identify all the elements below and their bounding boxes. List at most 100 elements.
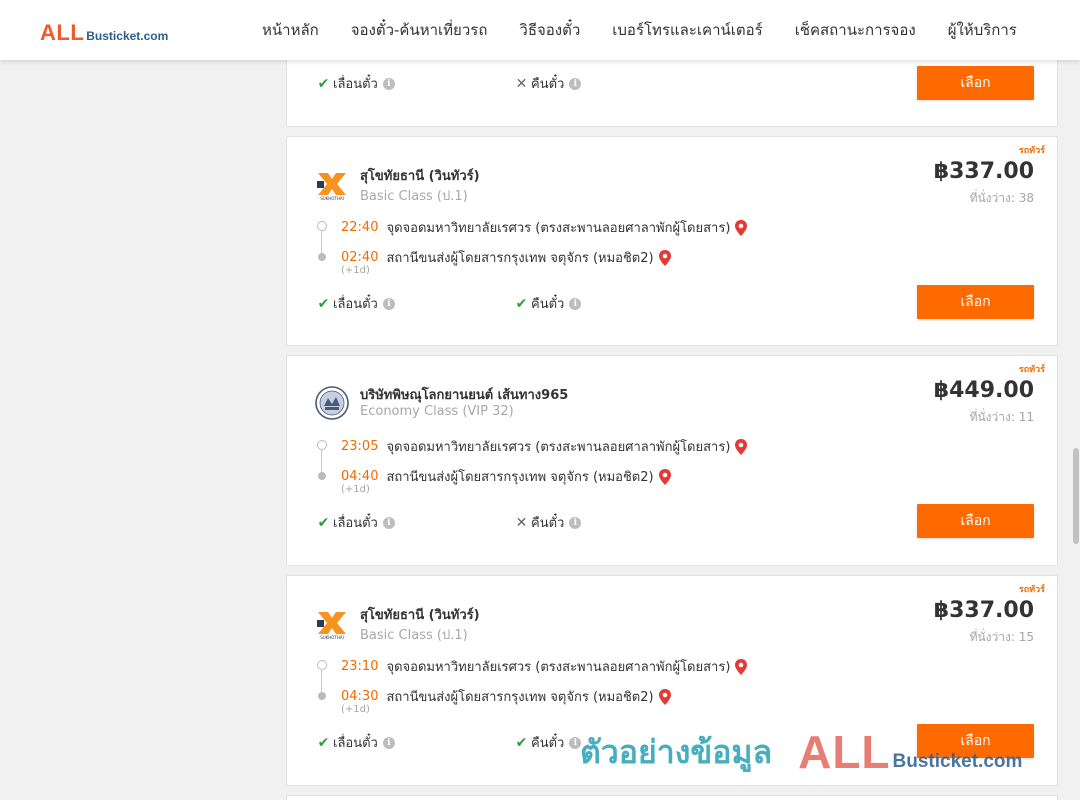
map-pin-icon[interactable] bbox=[658, 468, 672, 485]
phitsanulok-seal-icon bbox=[315, 386, 349, 420]
departure-place: จุดจอดมหาวิทยาลัยเรศวร (ตรงสะพานลอยศาลาพ… bbox=[386, 221, 731, 236]
bus-type-tag: รถทัวร์ bbox=[1018, 585, 1045, 595]
arrival-place: สถานีขนส่งผู้โดยสารกรุงเทพ จตุจักร (หมอช… bbox=[386, 690, 654, 705]
map-pin-icon[interactable] bbox=[658, 688, 672, 705]
check-icon: ✔ bbox=[317, 734, 330, 751]
svg-text:SUKHOTHAI: SUKHOTHAI bbox=[320, 196, 344, 201]
scrollbar-thumb[interactable] bbox=[1073, 448, 1079, 544]
cross-icon: ✕ bbox=[515, 75, 528, 92]
bus-type-tag: รถทัวร์ bbox=[1018, 146, 1045, 156]
arrival-stop: 02:40 สถานีขนส่งผู้โดยสารกรุงเทพ จตุจักร… bbox=[341, 247, 672, 268]
postpone-label: เลื่อนตั๋ว bbox=[333, 516, 378, 531]
departure-stop: 23:10 จุดจอดมหาวิทยาลัยเรศวร (ตรงสะพานลอ… bbox=[341, 656, 748, 677]
nav-phone-counters[interactable]: เบอร์โทรและเคาน์เตอร์ bbox=[596, 20, 778, 40]
departure-place: จุดจอดมหาวิทยาลัยเรศวร (ตรงสะพานลอยศาลาพ… bbox=[386, 660, 731, 675]
arrival-stop: 04:30 สถานีขนส่งผู้โดยสารกรุงเทพ จตุจักร… bbox=[341, 686, 672, 707]
refund-label: คืนตั๋ว bbox=[531, 297, 565, 312]
map-pin-icon[interactable] bbox=[734, 658, 748, 675]
map-pin-icon[interactable] bbox=[658, 249, 672, 266]
info-icon[interactable]: i bbox=[569, 516, 582, 529]
bus-type-tag: รถทัวร์ bbox=[1018, 365, 1045, 375]
trip-card: รถทัวร์ SUKHOTHAI สุโขทัยธานี (วินทัวร์)… bbox=[286, 136, 1058, 346]
postpone-label: เลื่อนตั๋ว bbox=[333, 297, 378, 312]
next-day-indicator: (+1d) bbox=[341, 484, 370, 495]
ticket-price: ฿337.00 bbox=[933, 159, 1034, 184]
bus-class: Basic Class (ป.1) bbox=[360, 628, 468, 643]
seats-available: ที่นั่งว่าง: 11 bbox=[969, 410, 1034, 424]
next-day-indicator: (+1d) bbox=[341, 704, 370, 715]
operator-name: สุโขทัยธานี (วินทัวร์) bbox=[360, 608, 480, 623]
nav-home[interactable]: หน้าหลัก bbox=[246, 20, 335, 40]
arrival-time: 04:40 bbox=[341, 469, 379, 484]
trip-card-partial-next bbox=[286, 795, 1058, 800]
departure-stop: 22:40 จุดจอดมหาวิทยาลัยเรศวร (ตรงสะพานลอ… bbox=[341, 217, 748, 238]
page-scrollbar[interactable] bbox=[1072, 60, 1080, 800]
ticket-price: ฿449.00 bbox=[933, 378, 1034, 403]
refund-option: ✔ คืนตั๋ว i bbox=[515, 732, 582, 753]
select-button[interactable]: เลือก bbox=[917, 285, 1034, 319]
nav-how-to-book[interactable]: วิธีจองตั๋ว bbox=[503, 20, 596, 40]
ticket-price: ฿337.00 bbox=[933, 598, 1034, 623]
refund-label: คืนตั๋ว bbox=[531, 516, 565, 531]
arrival-place: สถานีขนส่งผู้โดยสารกรุงเทพ จตุจักร (หมอช… bbox=[386, 470, 654, 485]
departure-time: 23:10 bbox=[341, 659, 379, 674]
check-icon: ✔ bbox=[317, 514, 330, 531]
logo-busticket-text: Busticket.com bbox=[86, 29, 169, 43]
check-icon: ✔ bbox=[317, 75, 330, 92]
operator-name: บริษัทพิษณุโลกยานยนต์ เส้นทาง965 bbox=[360, 388, 569, 403]
postpone-label: เลื่อนตั๋ว bbox=[333, 736, 378, 751]
svg-text:SUKHOTHAI: SUKHOTHAI bbox=[320, 635, 344, 640]
info-icon[interactable]: i bbox=[569, 297, 582, 310]
info-icon[interactable]: i bbox=[382, 736, 395, 749]
arrival-stop: 04:40 สถานีขนส่งผู้โดยสารกรุงเทพ จตุจักร… bbox=[341, 466, 672, 487]
departure-time: 23:05 bbox=[341, 439, 379, 454]
postpone-option: ✔ เลื่อนตั๋ว i bbox=[317, 73, 395, 94]
bus-class: Basic Class (ป.1) bbox=[360, 189, 468, 204]
next-day-indicator: (+1d) bbox=[341, 265, 370, 276]
arrival-time: 02:40 bbox=[341, 250, 379, 265]
refund-option: ✔ คืนตั๋ว i bbox=[515, 293, 582, 314]
nav-book-search[interactable]: จองตั๋ว-ค้นหาเที่ยวรถ bbox=[335, 20, 504, 40]
route-timeline bbox=[317, 219, 327, 261]
cross-icon: ✕ bbox=[515, 514, 528, 531]
select-button[interactable]: เลือก bbox=[917, 724, 1034, 758]
map-pin-icon[interactable] bbox=[734, 219, 748, 236]
main-nav: หน้าหลัก จองตั๋ว-ค้นหาเที่ยวรถ วิธีจองตั… bbox=[246, 20, 1033, 40]
check-icon: ✔ bbox=[515, 734, 528, 751]
nav-operators[interactable]: ผู้ให้บริการ bbox=[932, 20, 1033, 40]
postpone-option: ✔ เลื่อนตั๋ว i bbox=[317, 732, 395, 753]
arrival-place: สถานีขนส่งผู้โดยสารกรุงเทพ จตุจักร (หมอช… bbox=[386, 251, 654, 266]
departure-stop: 23:05 จุดจอดมหาวิทยาลัยเรศวร (ตรงสะพานลอ… bbox=[341, 436, 748, 457]
info-icon[interactable]: i bbox=[382, 77, 395, 90]
check-icon: ✔ bbox=[515, 295, 528, 312]
trip-card: รถทัวร์ SUKHOTHAI สุโขทัยธานี (วินทัวร์)… bbox=[286, 575, 1058, 786]
seats-available: ที่นั่งว่าง: 15 bbox=[969, 630, 1034, 644]
arrival-time: 04:30 bbox=[341, 689, 379, 704]
nav-check-booking[interactable]: เช็คสถานะการจอง bbox=[779, 20, 932, 40]
top-navbar: ALL Busticket.com หน้าหลัก จองตั๋ว-ค้นหา… bbox=[0, 0, 1080, 60]
site-logo[interactable]: ALL Busticket.com bbox=[40, 20, 168, 44]
wintour-logo-icon: SUKHOTHAI bbox=[317, 612, 346, 640]
operator-name: สุโขทัยธานี (วินทัวร์) bbox=[360, 169, 480, 184]
info-icon[interactable]: i bbox=[569, 77, 582, 90]
refund-option: ✕ คืนตั๋ว i bbox=[515, 512, 582, 533]
info-icon[interactable]: i bbox=[382, 516, 395, 529]
postpone-option: ✔ เลื่อนตั๋ว i bbox=[317, 293, 395, 314]
check-icon: ✔ bbox=[317, 295, 330, 312]
map-pin-icon[interactable] bbox=[734, 438, 748, 455]
logo-all-text: ALL bbox=[40, 20, 85, 45]
departure-place: จุดจอดมหาวิทยาลัยเรศวร (ตรงสะพานลอยศาลาพ… bbox=[386, 440, 731, 455]
refund-option: ✕ คืนตั๋ว i bbox=[515, 73, 582, 94]
refund-label: คืนตั๋ว bbox=[531, 77, 565, 92]
postpone-option: ✔ เลื่อนตั๋ว i bbox=[317, 512, 395, 533]
postpone-label: เลื่อนตั๋ว bbox=[333, 77, 378, 92]
select-button[interactable]: เลือก bbox=[917, 504, 1034, 538]
select-button[interactable]: เลือก bbox=[917, 66, 1034, 100]
departure-time: 22:40 bbox=[341, 220, 379, 235]
bus-class: Economy Class (VIP 32) bbox=[360, 404, 514, 419]
wintour-logo-icon: SUKHOTHAI bbox=[317, 173, 346, 201]
route-timeline bbox=[317, 658, 327, 700]
info-icon[interactable]: i bbox=[382, 297, 395, 310]
info-icon[interactable]: i bbox=[569, 736, 582, 749]
seats-available: ที่นั่งว่าง: 38 bbox=[969, 191, 1034, 205]
